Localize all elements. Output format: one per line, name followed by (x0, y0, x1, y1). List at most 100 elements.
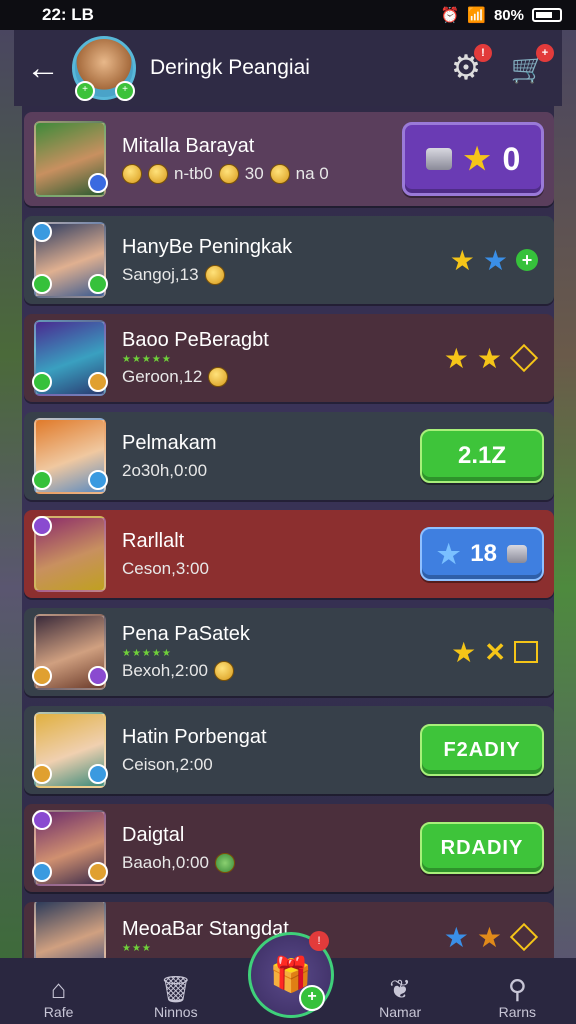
avatar-badge-icon: + (75, 81, 95, 101)
back-arrow-icon[interactable]: ← (26, 49, 72, 88)
list-item[interactable]: Hatin Porbengat Ceison,2:00 F2ADIY (24, 706, 554, 794)
class-badge-icon (32, 274, 52, 294)
rating-stars: ★★★★★ (122, 648, 172, 659)
player-stats: n-tb0 30 na 0 (122, 163, 402, 184)
player-name: HanyBe Peningkak (122, 235, 293, 258)
player-stats: 2o30h,0:00 (122, 460, 208, 480)
player-avatar[interactable]: + + (72, 36, 136, 101)
list-item[interactable]: Pena PaSatek ★★★★★ Bexoh,2:00 ★ ✕ (24, 608, 554, 696)
player-name: Baoo PeBeragbt (122, 329, 269, 351)
notification-badge: ! (474, 44, 492, 62)
status-time: 22: LB (42, 5, 94, 24)
player-name: Rarllalt (122, 529, 185, 552)
reward-icons: ★ ★ (443, 921, 539, 954)
list-item[interactable]: Baoo PeBeragbt ★★★★★ Geroon,12 ★ ★ (24, 314, 554, 402)
player-name: Mitalla Barayat (122, 134, 255, 157)
coin-icon (204, 264, 225, 285)
class-badge-icon (88, 666, 108, 686)
settings-button[interactable]: ⚙ ! (444, 44, 492, 90)
cup-icon: 🗑 (159, 974, 193, 1004)
background-scenery-left (0, 30, 22, 960)
star-icon: ★ (476, 342, 502, 374)
page-title: Deringk Peangiai (150, 56, 310, 79)
player-name: Pelmakam (122, 431, 217, 454)
center-action-button[interactable]: 🎁 ! + (248, 931, 334, 1018)
background-scenery-right (554, 30, 576, 960)
alarm-icon: ⏰ (440, 7, 460, 24)
player-stats: Ceison,2:00 (122, 754, 213, 774)
star-icon: ★ (449, 244, 475, 276)
list-item[interactable]: Mitalla Barayat n-tb0 30 na 0 ★ 0 (24, 112, 554, 206)
star-icon: ★ (443, 921, 469, 953)
ready-button[interactable]: RDADIY (420, 822, 544, 874)
star-icon: ★ (451, 636, 477, 668)
class-badge-icon (32, 516, 52, 536)
player-stats: Geroon,12 (122, 367, 444, 387)
star-icon: ★ (476, 921, 502, 953)
avatar-badge-icon: + (115, 81, 135, 101)
star-icon: ★ (436, 538, 461, 569)
player-list: Mitalla Barayat n-tb0 30 na 0 ★ 0 HanyBe… (24, 112, 554, 982)
class-badge-icon (88, 372, 108, 392)
avatar (32, 222, 108, 298)
score-button[interactable]: 2.1Z (420, 429, 544, 483)
class-badge-icon (88, 764, 108, 784)
rating-stars: ★★★★★ (122, 354, 172, 365)
coin-icon (214, 661, 235, 681)
battery-icon (532, 8, 562, 22)
chest-icon (507, 545, 527, 563)
coin-icon (122, 163, 142, 184)
plus-icon: + (299, 985, 325, 1011)
reward-icons: ★ ✕ (451, 636, 538, 669)
diamond-icon (509, 922, 539, 952)
cross-icon: ✕ (484, 636, 506, 667)
coin-icon (208, 367, 229, 387)
star-icon: ★ (482, 244, 508, 276)
reward-button[interactable]: ★ 0 (402, 122, 544, 196)
status-bar: 22: LB ⏰ 📶 80% (0, 0, 576, 30)
player-name: Daigtal (122, 823, 185, 846)
class-badge-icon (32, 372, 52, 392)
coin-icon (148, 163, 168, 184)
list-item[interactable]: HanyBe Peningkak Sangoj,13 ★ ★ + (24, 216, 554, 304)
wifi-icon: 📶 (467, 7, 486, 24)
avatar (32, 418, 108, 494)
plus-icon: + (516, 249, 538, 271)
reward-icons: ★ ★ (444, 342, 539, 375)
shop-button[interactable]: 🛒 + (506, 44, 554, 90)
star-icon: ★ (463, 142, 491, 176)
class-badge-icon (88, 470, 108, 490)
nav-namar[interactable]: ❦ Namar (355, 974, 445, 1020)
avatar (32, 712, 108, 788)
chest-icon (425, 148, 452, 170)
player-stats: Sangoj,13 (122, 264, 450, 285)
class-badge-icon (32, 666, 52, 686)
ready-button[interactable]: F2ADIY (420, 724, 544, 776)
coin-icon (269, 163, 290, 184)
class-badge-icon (88, 274, 108, 294)
nav-winners[interactable]: 🗑 Ninnos (131, 974, 221, 1020)
list-item[interactable]: Pelmakam 2o30h,0:00 2.1Z (24, 412, 554, 500)
top-header: ← + + Deringk Peangiai ⚙ ! 🛒 + (14, 30, 562, 106)
box-icon (514, 641, 538, 663)
player-stats: Baaoh,0:00 (122, 852, 420, 873)
avatar (34, 121, 108, 197)
class-badge-icon (88, 173, 108, 193)
nav-harms[interactable]: ⚲ Rarns (472, 974, 562, 1020)
class-badge-icon (32, 862, 52, 882)
avatar (32, 320, 108, 396)
class-badge-icon (32, 810, 52, 830)
list-item[interactable]: Daigtal Baaoh,0:00 RDADIY (24, 804, 554, 892)
nav-home[interactable]: ⌂ Rafe (14, 974, 104, 1020)
status-icons: ⏰ 📶 80% (441, 6, 562, 24)
score-button[interactable]: ★ 18 (420, 527, 544, 581)
class-badge-icon (32, 470, 52, 490)
class-badge-icon (32, 222, 52, 242)
list-item[interactable]: Rarllalt Ceson,3:00 ★ 18 (24, 510, 554, 598)
avatar (32, 614, 108, 690)
player-name: Pena PaSatek (122, 623, 250, 645)
class-badge-icon (32, 764, 52, 784)
home-icon: ⌂ (50, 974, 67, 1004)
diamond-icon (509, 343, 539, 373)
notification-badge: + (536, 44, 554, 62)
